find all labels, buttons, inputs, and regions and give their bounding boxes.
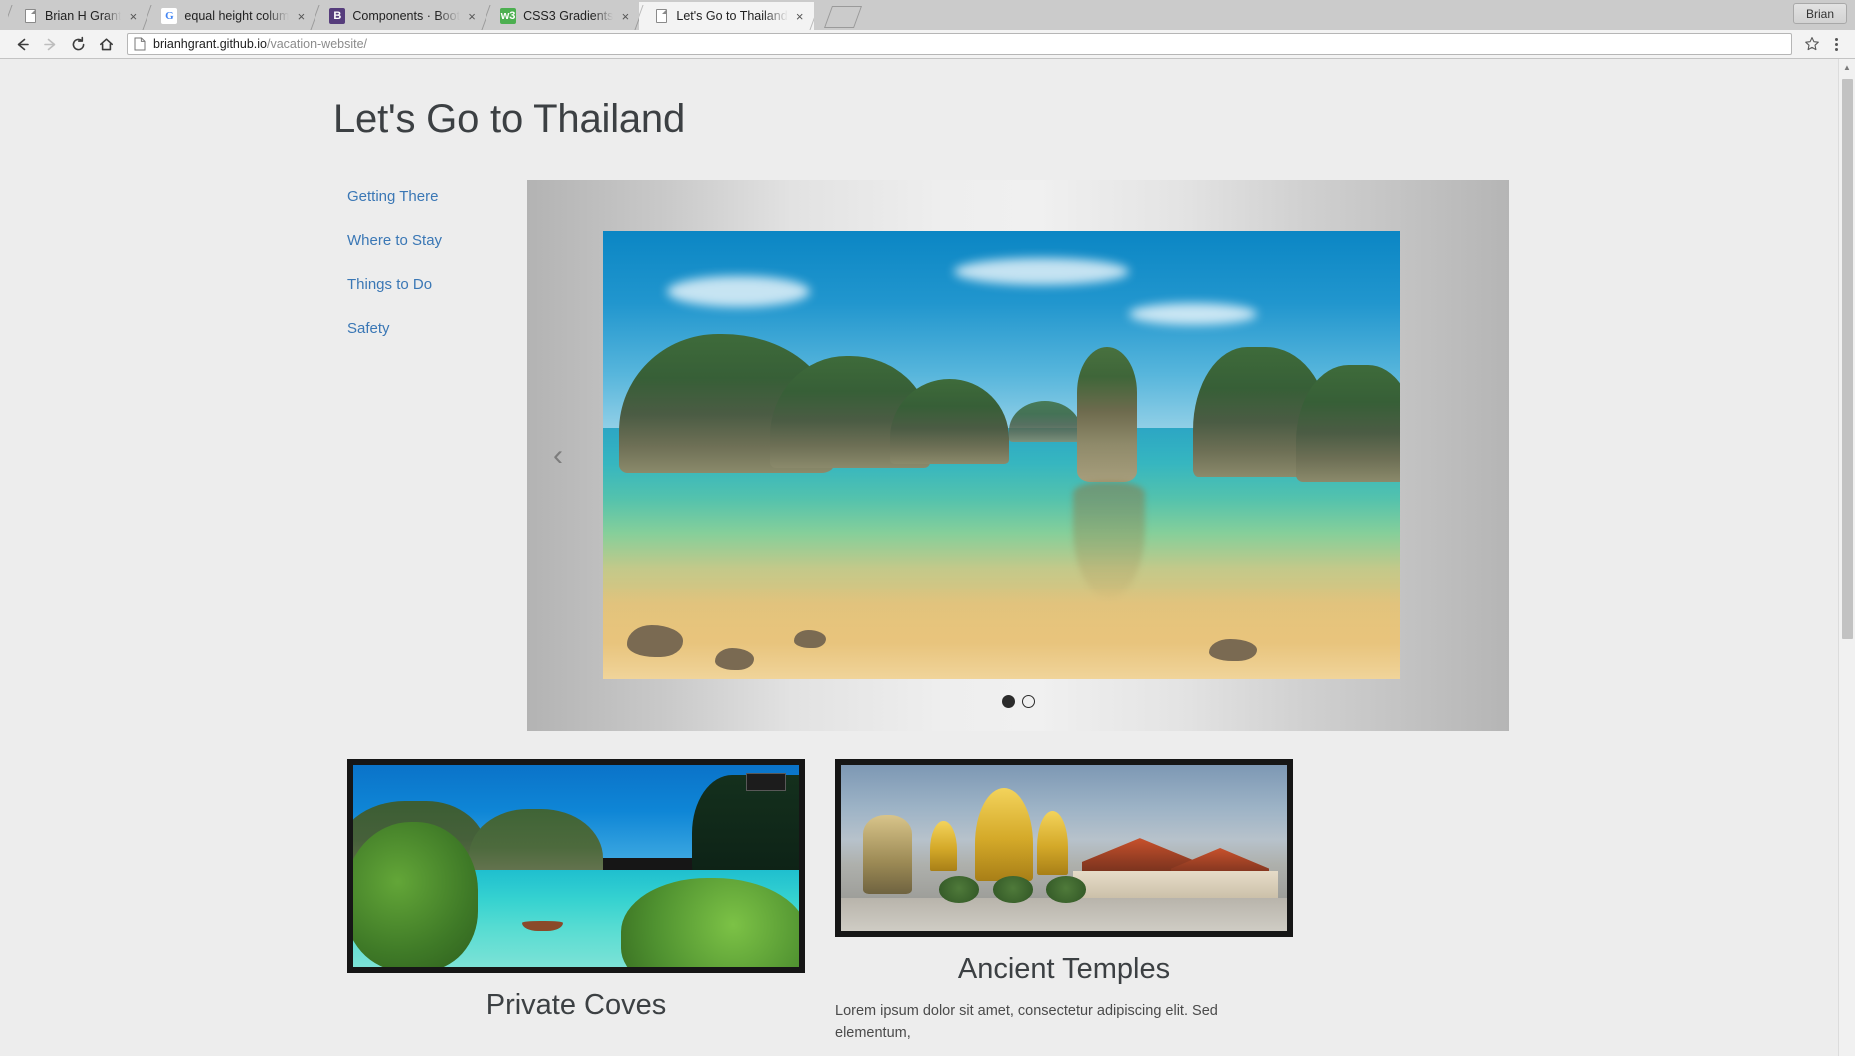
new-tab-button[interactable] <box>823 6 862 28</box>
page-scrollbar[interactable]: ▲ <box>1838 59 1855 1056</box>
page-container: Let's Go to Thailand Getting There Where… <box>329 59 1509 1045</box>
page-info-icon <box>134 37 146 51</box>
feature-cards: Private Coves Ancient Temples Lorem ipsu… <box>329 759 1509 1045</box>
address-bar[interactable]: brianhgrant.github.io/vacation-website/ <box>127 33 1792 55</box>
web-page: Let's Go to Thailand Getting There Where… <box>0 59 1838 1056</box>
forward-icon[interactable] <box>36 31 64 57</box>
card-image-private-coves[interactable] <box>347 759 805 973</box>
bootstrap-icon: B <box>329 8 346 24</box>
home-icon[interactable] <box>92 31 120 57</box>
card-title: Ancient Temples <box>957 953 1171 985</box>
tab-title: Brian H Grant <box>45 9 122 23</box>
reload-icon[interactable] <box>64 31 92 57</box>
profile-button[interactable]: Brian <box>1792 3 1847 24</box>
browser-tab-4[interactable]: Let's Go to Thailand × <box>639 2 814 30</box>
back-icon[interactable] <box>8 31 36 57</box>
card-image-ancient-temples[interactable] <box>835 759 1293 937</box>
carousel-slide-image <box>603 231 1400 679</box>
browser-toolbar: brianhgrant.github.io/vacation-website/ <box>0 30 1855 59</box>
url-path: /vacation-website/ <box>266 37 368 51</box>
page-title: Let's Go to Thailand <box>333 97 686 141</box>
bookmark-star-icon[interactable] <box>1799 31 1825 57</box>
tab-strip: Brian H Grant × G equal height colum × B… <box>0 0 1855 30</box>
chrome-menu-icon[interactable] <box>1825 31 1847 57</box>
tab-title: Let's Go to Thailand <box>676 9 788 23</box>
scroll-up-icon[interactable]: ▲ <box>1839 59 1855 76</box>
sidebar-item-where-to-stay[interactable]: Where to Stay <box>347 232 527 249</box>
feature-card-private-coves: Private Coves <box>347 759 805 1045</box>
content-row: Getting There Where to Stay Things to Do… <box>329 180 1509 731</box>
feature-card-ancient-temples: Ancient Temples Lorem ipsum dolor sit am… <box>835 759 1293 1045</box>
image-carousel[interactable]: ‹ <box>527 180 1509 731</box>
tab-close-icon[interactable]: × <box>293 8 309 24</box>
browser-window: Brian H Grant × G equal height colum × B… <box>0 0 1855 1056</box>
tab-close-icon[interactable]: × <box>617 8 633 24</box>
document-icon <box>653 8 669 24</box>
browser-tab-3[interactable]: w3 CSS3 Gradients × <box>486 2 640 30</box>
url-domain: brianhgrant.github.io <box>153 37 267 51</box>
temple-illustration <box>841 765 1287 931</box>
google-icon: G <box>161 8 178 24</box>
carousel-indicator-0[interactable] <box>1001 695 1015 708</box>
sidebar-item-things-to-do[interactable]: Things to Do <box>347 276 527 293</box>
tab-title: CSS3 Gradients <box>523 9 614 23</box>
tab-title: equal height colum <box>184 9 290 23</box>
scrollbar-thumb[interactable] <box>1842 79 1853 639</box>
carousel-prev-icon[interactable]: ‹ <box>553 440 563 471</box>
browser-tab-1[interactable]: G equal height colum × <box>147 2 316 30</box>
sidebar-item-safety[interactable]: Safety <box>347 320 527 337</box>
tab-close-icon[interactable]: × <box>125 8 141 24</box>
tab-close-icon[interactable]: × <box>792 8 808 24</box>
carousel-indicators <box>527 695 1509 708</box>
cove-illustration <box>353 765 799 967</box>
sidebar-item-getting-there[interactable]: Getting There <box>347 188 527 205</box>
tab-close-icon[interactable]: × <box>464 8 480 24</box>
sidebar-nav: Getting There Where to Stay Things to Do… <box>329 180 527 364</box>
card-body: Lorem ipsum dolor sit amet, consectetur … <box>835 1003 1218 1042</box>
image-watermark <box>745 773 786 792</box>
page-viewport: Let's Go to Thailand Getting There Where… <box>0 59 1855 1056</box>
carousel-indicator-1[interactable] <box>1021 695 1035 708</box>
browser-tab-2[interactable]: B Components · Boot × <box>315 2 487 30</box>
browser-tab-0[interactable]: Brian H Grant × <box>8 2 148 30</box>
tab-title: Components · Boot <box>352 9 461 23</box>
bay-illustration <box>603 231 1400 679</box>
w3schools-icon: w3 <box>500 8 517 24</box>
document-icon <box>22 8 38 24</box>
card-title: Private Coves <box>485 989 667 1021</box>
